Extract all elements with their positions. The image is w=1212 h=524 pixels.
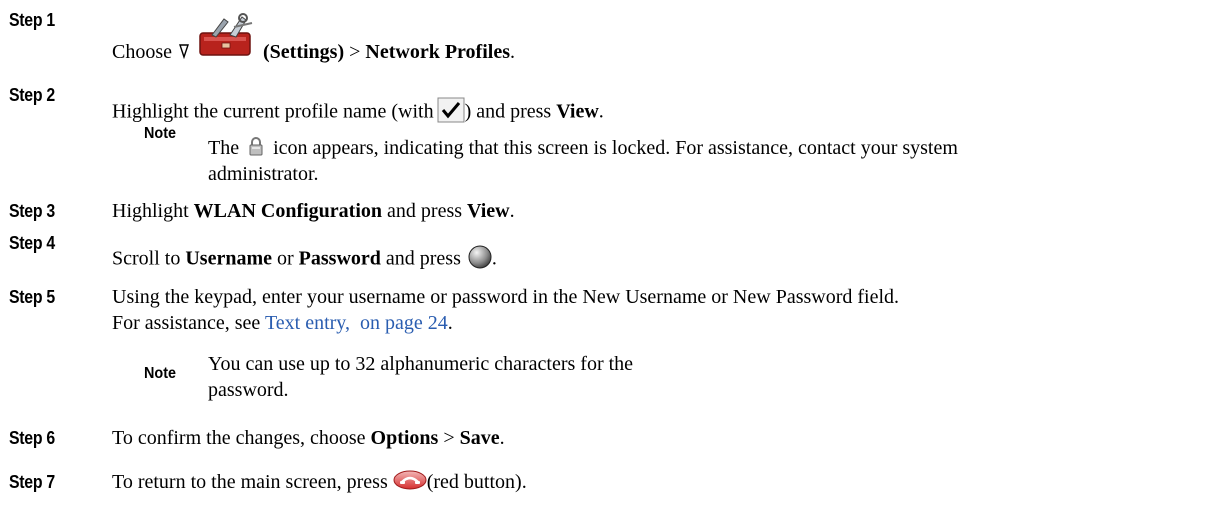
checkmark-box-icon — [437, 97, 465, 129]
step-5-note-line1: You can use up to 32 alphanumeric charac… — [208, 353, 634, 375]
step-6-label: Step 6 — [9, 428, 55, 448]
step-2-note-text-line2: administrator. — [208, 163, 319, 185]
step-2-label: Step 2 — [9, 85, 55, 105]
red-end-call-button-icon — [393, 470, 427, 496]
step-2-text: Highlight the current profile name (with… — [112, 97, 604, 129]
text-entry-link[interactable]: Text entry, on page 24 — [265, 312, 448, 334]
down-triangle-icon — [179, 41, 189, 65]
toolbox-settings-icon — [194, 13, 258, 65]
step-2-note-text: The icon appears, indicating that this s… — [208, 136, 958, 162]
step-3-text: Highlight WLAN Configuration and press V… — [112, 200, 515, 222]
step-5-text-line1: Using the keypad, enter your username or… — [112, 286, 900, 308]
step-4-label: Step 4 — [9, 233, 55, 253]
select-button-icon — [468, 245, 492, 275]
step-7-text: To return to the main screen, press (red… — [112, 470, 527, 496]
step-2-note-label: Note — [144, 125, 177, 142]
lock-icon — [248, 136, 264, 162]
step-6-text: To confirm the changes, choose Options >… — [112, 427, 505, 449]
step-1-text: Choose (Settings) > Network Profiles. — [112, 13, 515, 65]
step-5-label: Step 5 — [9, 287, 55, 307]
step-7-label: Step 7 — [9, 472, 55, 492]
step-5-note-line2: password. — [208, 379, 289, 401]
step-5-note-label: Note — [144, 365, 177, 382]
step-4-text: Scroll to Username or Password and press… — [112, 245, 497, 275]
step-5-text-line2: For assistance, see Text entry, on page … — [112, 312, 453, 334]
step-3-label: Step 3 — [9, 201, 55, 221]
step-1-label: Step 1 — [9, 10, 55, 30]
